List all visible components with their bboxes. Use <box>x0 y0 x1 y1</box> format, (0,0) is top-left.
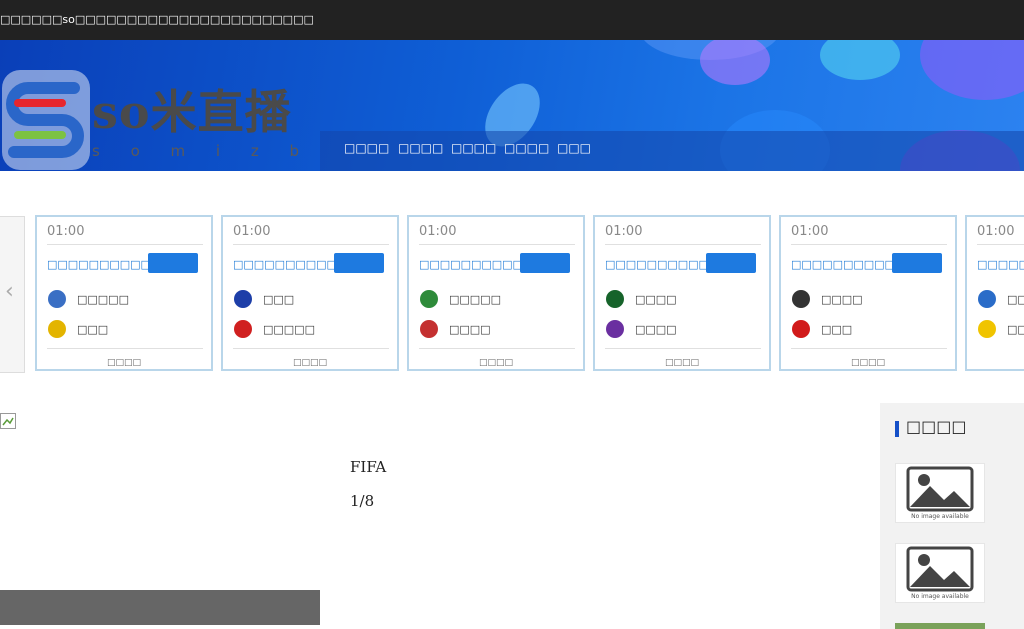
watch-button[interactable] <box>520 253 570 273</box>
away-team-logo-icon <box>234 320 252 338</box>
home-team-logo-icon <box>978 290 996 308</box>
divider <box>605 348 761 349</box>
match-league: □□□□ <box>478 358 513 368</box>
match-card[interactable]: 01:00 □□□□□□□□□□□□ □□□□□ □□□ □□□□ <box>35 215 213 371</box>
match-time: 01:00 <box>791 224 829 239</box>
top-bar: □□□□□□so□□□□□□□□□□□□□□□□□□□□□□□ <box>0 0 1024 40</box>
sidebar-thumbnail[interactable]: No image available <box>895 463 985 523</box>
home-team-logo-icon <box>234 290 252 308</box>
away-team-name: □□□□ <box>635 323 677 336</box>
away-team-logo-icon <box>420 320 438 338</box>
divider <box>233 348 389 349</box>
sidebar-title: □□□□ <box>906 417 967 436</box>
decor-blob <box>700 40 770 85</box>
divider <box>233 244 389 245</box>
away-team-name: □□□ <box>77 323 109 336</box>
divider <box>605 244 761 245</box>
nav-item-3[interactable]: □□□□ <box>451 141 496 155</box>
home-team-name: □□□□ <box>1007 293 1024 306</box>
sidebar: □□□□ No image available No image availab… <box>880 403 1024 629</box>
match-card[interactable]: 01:00 □□□□□□□□□□□□□□ □□□ □□□□□ □□□□ <box>221 215 399 371</box>
sidebar-thumbnail[interactable] <box>895 623 985 629</box>
chevron-left-icon: ‹ <box>5 279 14 304</box>
match-card[interactable]: 01:00 □□□□□□□□□□□□□□ □□□□ □□□□ □□□□ <box>593 215 771 371</box>
nav-item-5[interactable]: □□□ <box>557 141 591 155</box>
home-team-logo-icon <box>792 290 810 308</box>
match-time: 01:00 <box>977 224 1015 239</box>
main-nav: □□□□ □□□□ □□□□ □□□□ □□□ <box>320 131 1024 171</box>
broken-image-icon <box>0 413 16 429</box>
home-team-logo-icon <box>48 290 66 308</box>
nav-item-1[interactable]: □□□□ <box>344 141 389 155</box>
match-league: □□□□ <box>106 358 141 368</box>
sidebar-thumbnail[interactable]: No image available <box>895 543 985 603</box>
away-team-name: □□□□ <box>1007 323 1024 336</box>
match-title[interactable]: □□□□□□□□□□□□□ <box>977 258 1024 271</box>
match-league: □□□□ <box>850 358 885 368</box>
main-title: FIFA <box>350 458 387 476</box>
sidebar-title-accent <box>895 421 899 437</box>
divider <box>977 244 1024 245</box>
pager-indicator: 1/8 <box>350 492 375 510</box>
caption-bar <box>0 590 320 625</box>
divider <box>47 348 203 349</box>
match-card[interactable]: 01:00 □□□□□□□□□□□□□ □□□□ □□□ □□□□ <box>779 215 957 371</box>
site-logo[interactable]: so米直播 s o m i z b <box>0 68 320 171</box>
decor-blob <box>820 40 900 80</box>
match-card[interactable]: 01:00 □□□□□□□□□□□□□□ □□□□□ □□□□ □□□□ <box>407 215 585 371</box>
match-league: □□□□ <box>292 358 327 368</box>
nav-item-4[interactable]: □□□□ <box>504 141 549 155</box>
logo-s-icon <box>2 70 90 170</box>
logo-text: so米直播 <box>92 85 292 139</box>
home-team-logo-icon <box>420 290 438 308</box>
watch-button[interactable] <box>334 253 384 273</box>
away-team-name: □□□□ <box>449 323 491 336</box>
divider <box>419 348 575 349</box>
watch-button[interactable] <box>892 253 942 273</box>
top-bar-text: □□□□□□so□□□□□□□□□□□□□□□□□□□□□□□ <box>0 13 314 26</box>
away-team-name: □□□□□ <box>263 323 315 336</box>
divider <box>791 244 947 245</box>
carousel-prev-button[interactable]: ‹ <box>0 216 25 373</box>
match-time: 01:00 <box>605 224 643 239</box>
away-team-logo-icon <box>606 320 624 338</box>
match-league: □□□□ <box>664 358 699 368</box>
home-team-logo-icon <box>606 290 624 308</box>
away-team-logo-icon <box>792 320 810 338</box>
match-card[interactable]: 01:00 □□□□□□□□□□□□□ □□□□ □□□□ <box>965 215 1024 371</box>
home-team-name: □□□□ <box>821 293 863 306</box>
no-image-caption: No image available <box>911 513 969 520</box>
no-image-caption: No image available <box>911 593 969 600</box>
home-team-name: □□□□ <box>635 293 677 306</box>
nav-item-2[interactable]: □□□□ <box>398 141 443 155</box>
divider <box>47 244 203 245</box>
watch-button[interactable] <box>706 253 756 273</box>
divider <box>419 244 575 245</box>
match-time: 01:00 <box>47 224 85 239</box>
divider <box>791 348 947 349</box>
match-time: 01:00 <box>419 224 457 239</box>
decor-blob <box>920 40 1024 100</box>
away-team-logo-icon <box>48 320 66 338</box>
away-team-name: □□□ <box>821 323 853 336</box>
home-team-name: □□□□□ <box>449 293 501 306</box>
logo-subtext: s o m i z b <box>92 142 300 160</box>
home-team-name: □□□□□ <box>77 293 129 306</box>
home-team-name: □□□ <box>263 293 295 306</box>
away-team-logo-icon <box>978 320 996 338</box>
watch-button[interactable] <box>148 253 198 273</box>
match-time: 01:00 <box>233 224 271 239</box>
